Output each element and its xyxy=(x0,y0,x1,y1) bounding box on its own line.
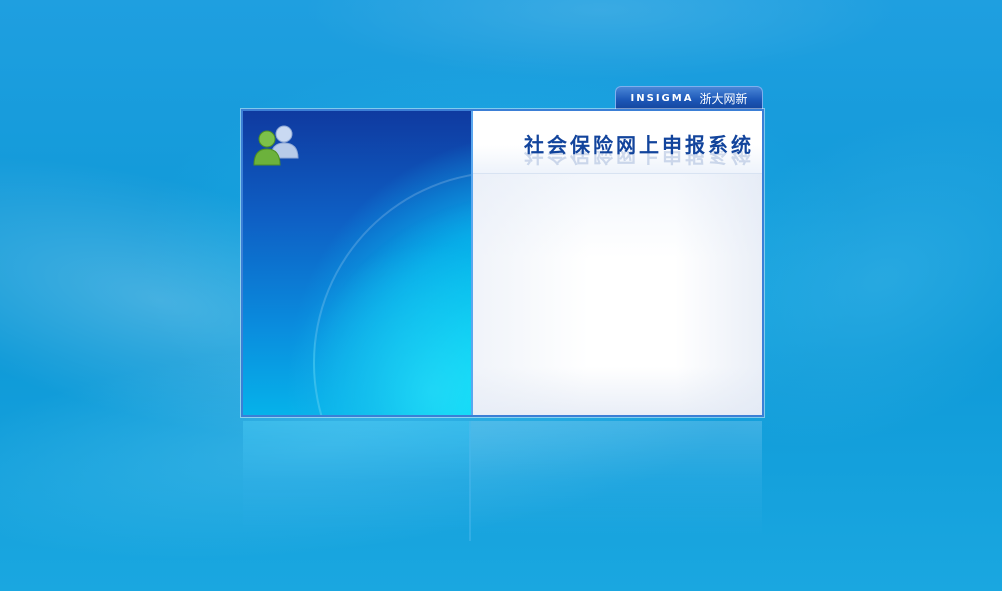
system-title-reflection: 社会保险网上申报系统 xyxy=(524,151,754,167)
users-icon xyxy=(253,125,299,166)
window-reflection xyxy=(241,421,764,541)
title-band: 社会保险网上申报系统 社会保险网上申报系统 xyxy=(473,111,762,174)
reflection-left xyxy=(243,421,471,541)
desktop-background: INSIGMA 浙大网新 社会保险网上申报系统 社会保险网上申报系统 xyxy=(0,0,1002,591)
background-light-streak xyxy=(300,0,900,80)
login-form-area xyxy=(473,174,762,415)
right-content-panel: 社会保险网上申报系统 社会保险网上申报系统 xyxy=(473,111,762,415)
brand-tab: INSIGMA 浙大网新 xyxy=(615,86,763,110)
left-decorative-panel xyxy=(243,111,473,415)
login-window: 社会保险网上申报系统 社会保险网上申报系统 xyxy=(241,109,764,417)
reflection-right xyxy=(471,421,762,541)
company-name: 浙大网新 xyxy=(699,92,748,106)
insigma-logo: INSIGMA xyxy=(630,93,694,104)
